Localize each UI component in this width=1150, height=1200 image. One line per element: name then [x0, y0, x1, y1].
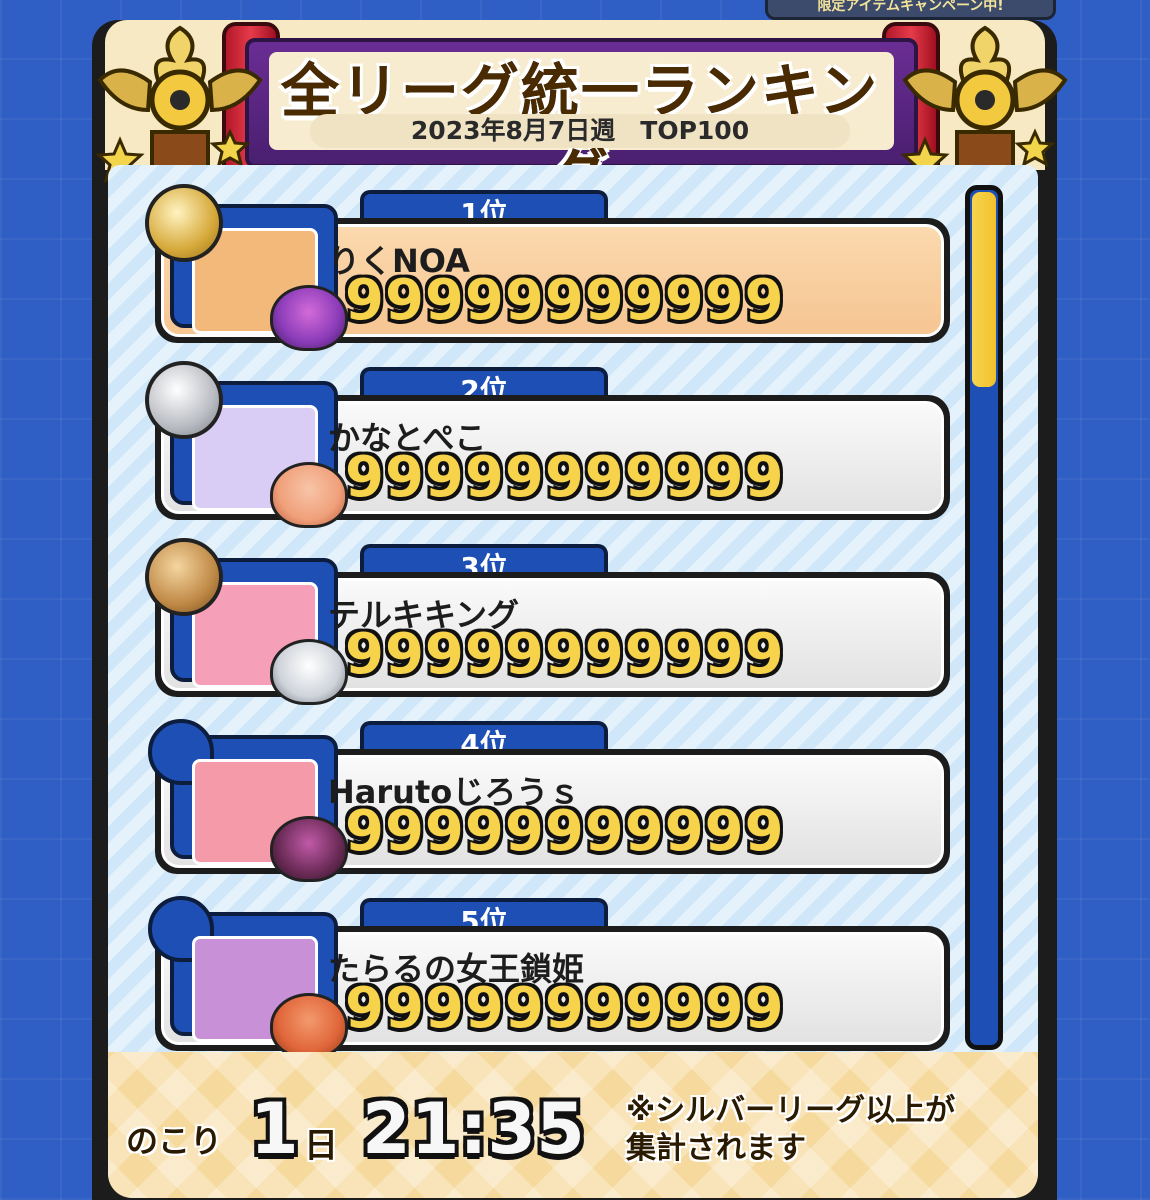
pet-icon: [270, 285, 348, 351]
scrollbar-thumb[interactable]: [972, 192, 996, 387]
ranking-row[interactable]: 3位 テルキキング 99999999999: [140, 538, 955, 705]
silver-medal-icon: [145, 361, 223, 439]
remaining-days: 1: [250, 1088, 299, 1170]
pet-icon: [270, 993, 348, 1059]
remaining-label: のこり: [126, 1122, 223, 1160]
ranking-scrollbar[interactable]: [965, 185, 1003, 1050]
player-score: 99999999999: [345, 799, 785, 864]
note-line-1: ※シルバーリーグ以上が: [626, 1093, 956, 1128]
note-line-2: 集計されます: [626, 1131, 806, 1166]
ranking-row[interactable]: 5位 たらるの女王鎖姫 99999999999: [140, 896, 955, 1059]
bronze-medal-icon: [145, 538, 223, 616]
campaign-banner[interactable]: 限定アイテムキャンペーン中!: [765, 0, 1056, 20]
gold-medal-icon: [145, 184, 223, 262]
pet-icon: [270, 816, 348, 882]
day-unit-label: 日: [304, 1126, 338, 1166]
player-score: 99999999999: [345, 976, 785, 1041]
pet-icon: [270, 462, 348, 528]
remaining-time: 21:35: [362, 1088, 585, 1170]
pet-icon: [270, 639, 348, 705]
player-score: 99999999999: [345, 445, 785, 510]
ranking-row[interactable]: 4位 Harutoじろうｓ 99999999999: [140, 719, 955, 882]
ranking-week-subtitle: 2023年8月7日週 TOP100: [310, 114, 850, 148]
player-score: 99999999999: [345, 622, 785, 687]
ranking-row[interactable]: 1位 りくNOA 99999999999: [140, 184, 955, 351]
player-score: 99999999999: [345, 268, 785, 333]
aggregation-note: ※シルバーリーグ以上が 集計されます: [626, 1092, 1046, 1168]
ranking-row[interactable]: 2位 かなとぺこ 99999999999: [140, 361, 955, 528]
